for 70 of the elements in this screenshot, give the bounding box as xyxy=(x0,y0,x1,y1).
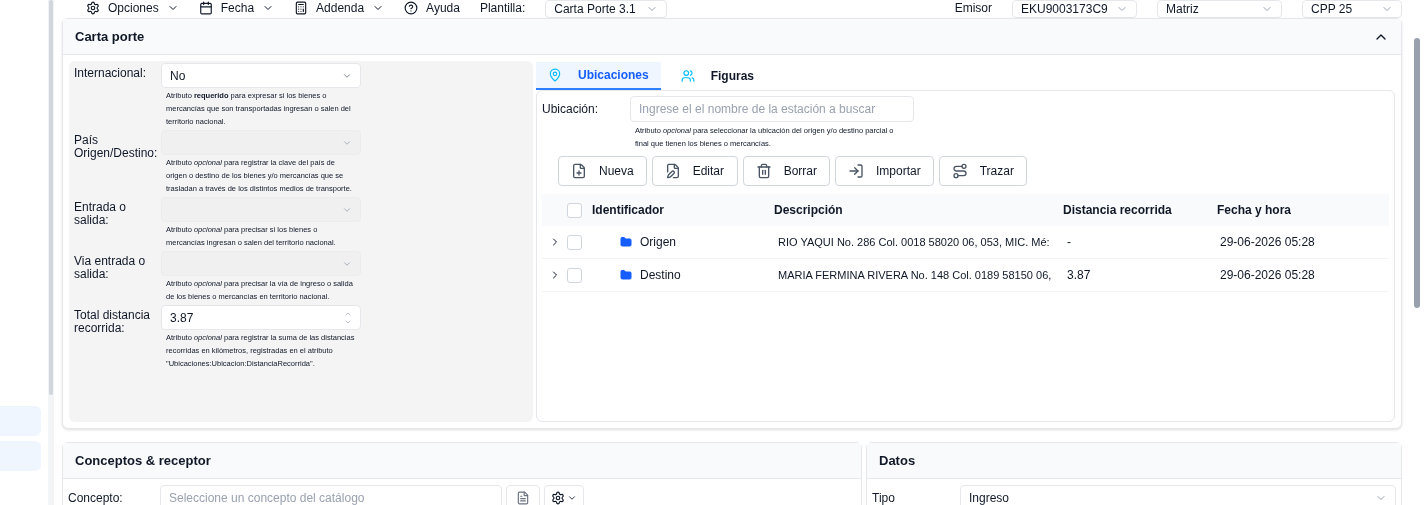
action-button[interactable]: Trazar xyxy=(938,156,1027,186)
number-field[interactable]: 3.87 xyxy=(161,305,361,330)
table-row[interactable]: Origen RIO YAQUI No. 286 Col. 0018 58020 06, 053, MIC. Mé: - 29-06-2026 05:28 xyxy=(542,226,1389,259)
field-label: Plantilla: xyxy=(479,0,526,16)
select-field[interactable]: No xyxy=(161,63,361,88)
field-label: Internacional: xyxy=(74,65,148,82)
help-icon xyxy=(404,1,419,15)
column-header: Distancia recorrida xyxy=(1063,202,1173,219)
table-cell-text: - xyxy=(1067,234,1072,251)
table-cell-text: 29-06-2026 05:28 xyxy=(1219,267,1315,284)
field-label: Total distancia recorrida: xyxy=(74,307,152,337)
search-field[interactable]: Ingrese el el nombre de la estación a buscar xyxy=(630,96,914,122)
settings-button[interactable] xyxy=(544,485,584,505)
select-field[interactable]: Matriz xyxy=(1157,0,1282,18)
table-cell-text: Destino xyxy=(640,267,681,284)
table-cell-text: 3.87 xyxy=(1067,267,1092,284)
menu-button[interactable]: Fecha xyxy=(198,0,275,16)
concept-field[interactable]: Seleccione un concepto del catálogo xyxy=(160,485,502,505)
scrollbar[interactable] xyxy=(1414,38,1420,308)
calendar-icon xyxy=(198,1,213,15)
card-title: Conceptos & receptor xyxy=(75,451,211,470)
caret-icon xyxy=(567,493,577,503)
menu-button[interactable]: Addenda xyxy=(294,0,385,16)
file-button[interactable] xyxy=(506,485,540,505)
settings-icon xyxy=(86,1,100,15)
scrollbar[interactable] xyxy=(49,0,53,395)
column-header: Descripción xyxy=(774,202,844,219)
select-field[interactable]: EKU9003173C9 xyxy=(1012,0,1137,18)
settings-icon xyxy=(551,491,565,505)
column-header: Identificador xyxy=(591,202,665,219)
action-button[interactable]: Importar xyxy=(835,156,934,186)
tab[interactable]: Figuras xyxy=(668,61,767,90)
table-cell-text: RIO YAQUI No. 286 Col. 0018 58020 06, 053, MIC. Mé: xyxy=(777,234,1051,250)
field-label: Ubicación: xyxy=(542,101,600,118)
column-header: Fecha y hora xyxy=(1217,202,1292,219)
card-title: Carta porte xyxy=(75,27,145,46)
folder-icon xyxy=(620,236,632,248)
field-label: Concepto: xyxy=(68,490,124,505)
field-label: Tipo xyxy=(872,490,896,505)
arrow-in-icon xyxy=(848,163,865,179)
file-plus-icon xyxy=(571,163,587,179)
select-field[interactable]: Carta Porte 3.1 xyxy=(545,0,668,18)
field-label: Emisor xyxy=(954,0,992,16)
table-cell-text: MARIA FERMINA RIVERA No. 148 Col. 0189 58150 06, xyxy=(777,267,1053,283)
checkbox[interactable] xyxy=(567,267,582,283)
action-button[interactable]: Borrar xyxy=(742,156,831,186)
tab[interactable]: Ubicaciones xyxy=(536,61,661,90)
file-edit-icon xyxy=(664,163,681,179)
select-field[interactable]: Ingreso xyxy=(960,485,1396,505)
field-label: Entrada o salida: xyxy=(74,199,128,229)
folder-icon xyxy=(620,269,632,281)
card-title: Datos xyxy=(879,451,916,470)
file-icon xyxy=(516,491,530,505)
route-icon xyxy=(951,163,968,179)
calculator-icon xyxy=(294,1,309,15)
menu-button[interactable]: Opciones xyxy=(86,0,179,16)
checkbox[interactable] xyxy=(567,234,582,250)
people-icon xyxy=(680,68,695,83)
action-button[interactable]: Editar xyxy=(651,156,738,186)
checkbox[interactable] xyxy=(567,202,582,218)
table-cell-text: Origen xyxy=(640,234,677,251)
table-row[interactable]: Destino MARIA FERMINA RIVERA No. 148 Col. 0189 58150 06, 3.87 29-06-2026 05:28 xyxy=(542,259,1389,292)
select-field[interactable]: CPP 25 xyxy=(1302,0,1402,18)
action-button[interactable]: Nueva xyxy=(558,156,647,186)
table-cell-text: 29-06-2026 05:28 xyxy=(1219,234,1315,251)
menu-button[interactable]: Ayuda xyxy=(404,0,460,16)
map-pin-icon xyxy=(548,67,562,82)
field-label: Via entrada o salida: xyxy=(74,253,147,283)
trash-icon xyxy=(755,163,772,179)
field-label: País Origen/Destino: xyxy=(74,132,159,162)
